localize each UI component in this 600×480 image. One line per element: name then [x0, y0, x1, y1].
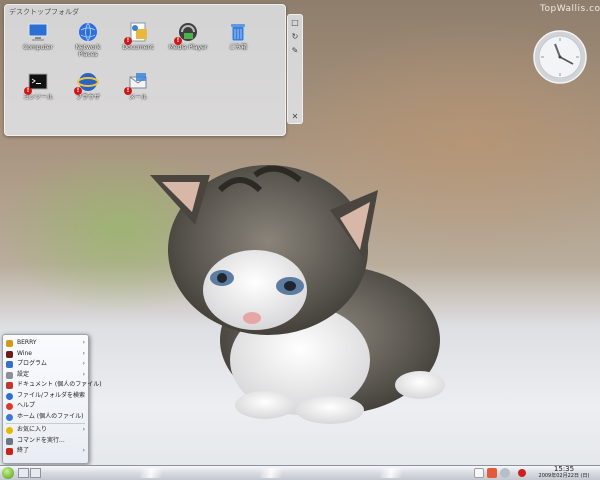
help-icon	[6, 403, 13, 410]
submenu-arrow-icon: ›	[82, 339, 85, 346]
taskbar-decoration	[260, 468, 298, 478]
desktop-icon-label: Document	[122, 44, 154, 51]
configure-icon[interactable]: ✎	[288, 45, 302, 57]
desktop-icon-network-places[interactable]: Network Places	[63, 19, 113, 67]
menu-item-wine[interactable]: Wine ›	[3, 349, 88, 360]
search-icon	[6, 392, 13, 400]
update-notifier-icon[interactable]	[487, 468, 497, 478]
resize-icon[interactable]: □	[288, 17, 302, 29]
rotate-icon[interactable]: ↻	[288, 31, 302, 43]
menu-item-documents[interactable]: ドキュメント (個人のファイル) ›	[3, 380, 102, 391]
alert-icon[interactable]	[518, 469, 526, 477]
mail-icon: !	[124, 71, 149, 95]
menu-item-run-command[interactable]: コマンドを実行...	[3, 436, 88, 447]
k-menu-button[interactable]	[2, 467, 14, 479]
submenu-arrow-icon: ›	[82, 426, 85, 433]
desktop-icon-label: ごみ箱	[228, 44, 247, 51]
wine-icon	[6, 350, 13, 358]
wallpaper-watermark: TopWallis.com	[540, 4, 600, 14]
programs-icon	[6, 361, 13, 368]
browser-icon: !	[74, 71, 99, 95]
berry-icon	[6, 340, 13, 347]
menu-item-home[interactable]: ホーム (個人のファイル)	[3, 412, 88, 423]
pager-desktop-1[interactable]	[18, 468, 29, 478]
console-icon: !	[24, 71, 49, 95]
desktop-icon-label: Network Places	[75, 44, 101, 58]
taskbar-decoration	[380, 468, 418, 478]
folder-view-title: デスクトップフォルダ	[9, 8, 79, 16]
desktop-icon-label: ブラウザ	[75, 94, 100, 101]
clipboard-icon[interactable]	[474, 468, 484, 478]
desktop-icon-trash[interactable]: ごみ箱	[213, 19, 263, 67]
run-command-icon	[6, 437, 13, 445]
start-menu[interactable]: BERRY › Wine › プログラム › 設定 › ドキュメント (個人のフ…	[2, 334, 102, 464]
menu-item-find-files[interactable]: ファイル/フォルダを検索	[3, 391, 88, 402]
computer-icon	[27, 21, 49, 43]
desktop-icon-console[interactable]: ! コンソール	[13, 69, 63, 117]
desktop-icon-document[interactable]: ! Document	[113, 19, 163, 67]
close-icon[interactable]: ✕	[288, 111, 302, 123]
pager-desktop-2[interactable]	[30, 468, 41, 478]
desktop-icon-browser[interactable]: ! ブラウザ	[63, 69, 113, 117]
menu-item-bookmarks[interactable]: お気に入り ›	[3, 425, 88, 436]
menu-item-programs[interactable]: プログラム ›	[3, 359, 88, 370]
desktop-icon-computer[interactable]: Computer	[13, 19, 63, 67]
menu-separator	[6, 423, 85, 424]
submenu-arrow-icon: ›	[82, 370, 85, 378]
desktop-icon-media-player[interactable]: ! Media Player	[163, 19, 213, 67]
clock-time: 15:35	[553, 465, 575, 473]
bookmarks-icon	[6, 427, 13, 434]
submenu-arrow-icon: ›	[82, 349, 85, 357]
desktop-folder-view[interactable]: デスクトップフォルダ Computer Network Places ! Doc…	[4, 4, 286, 136]
settings-icon	[6, 371, 13, 379]
widget-handle[interactable]: □ ↻ ✎ ✕	[287, 14, 303, 124]
submenu-arrow-icon: ›	[82, 447, 85, 454]
taskbar: 15:35 2009年02月22日 (日)	[0, 465, 600, 480]
home-icon	[6, 413, 13, 421]
desktop-icon-mail[interactable]: ! メール	[113, 69, 163, 117]
desktop-icon-label: コンソール	[22, 94, 53, 101]
trash-icon	[227, 21, 249, 43]
media-player-icon: !	[174, 21, 199, 45]
submenu-arrow-icon: ›	[82, 360, 85, 367]
menu-item-help[interactable]: ヘルプ	[3, 401, 88, 412]
submenu-arrow-icon: ›	[82, 381, 85, 388]
menu-item-logout[interactable]: 終了 ›	[3, 446, 88, 457]
menu-item-berry[interactable]: BERRY ›	[3, 338, 88, 349]
logout-icon	[6, 448, 13, 455]
desktop-icon-label: Media Player	[168, 44, 208, 51]
desktop-pager[interactable]	[18, 468, 42, 478]
desktop-icon-label: Computer	[23, 44, 53, 51]
desktop-icon-label: メール	[128, 94, 147, 101]
globe-icon	[77, 21, 99, 43]
menu-item-settings[interactable]: 設定 ›	[3, 370, 88, 381]
clock-date: 2009年02月22日 (日)	[538, 473, 590, 479]
taskbar-clock[interactable]: 15:35 2009年02月22日 (日)	[530, 466, 598, 480]
volume-icon[interactable]	[500, 468, 510, 478]
documents-icon: !	[124, 21, 149, 45]
analog-clock-widget[interactable]	[533, 30, 587, 84]
documents-icon	[6, 382, 13, 389]
taskbar-decoration	[140, 468, 178, 478]
